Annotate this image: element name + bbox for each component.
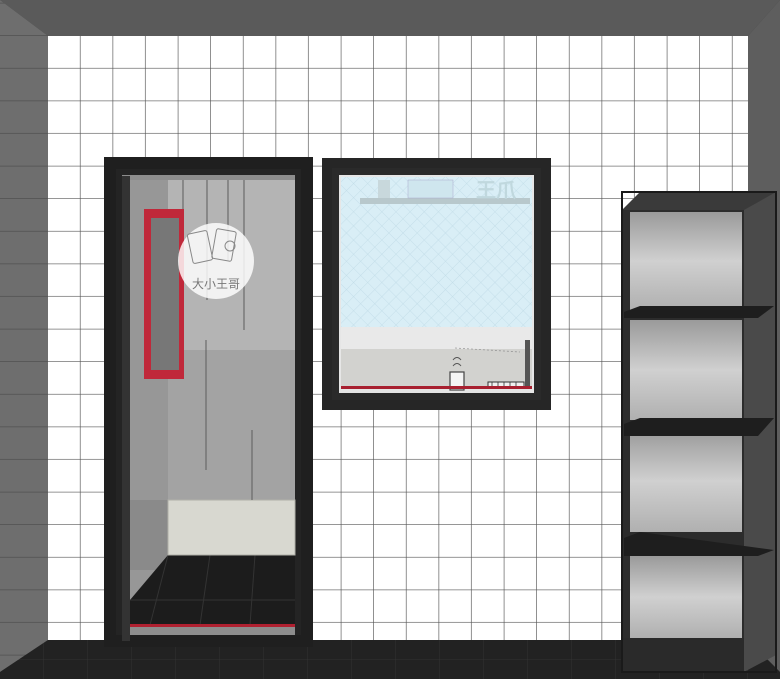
window: 王爪 [322, 158, 551, 410]
shelf-unit [621, 191, 777, 673]
scene-drawing: 大小王哥 王爪 [0, 0, 780, 679]
left-side-wall [0, 0, 48, 672]
watermark-text: 大小王哥 [192, 277, 240, 291]
window-sign-text: 王爪 [476, 178, 517, 202]
watermark-logo: 大小王哥 [178, 223, 254, 299]
ceiling [0, 0, 780, 36]
bathroom-elevation-scene: 大小王哥 王爪 [0, 0, 780, 679]
